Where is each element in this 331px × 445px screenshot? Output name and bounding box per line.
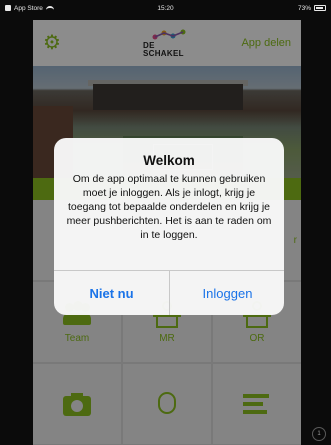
battery-percent: 73% <box>297 4 311 12</box>
alert-title: Welkom <box>143 153 195 168</box>
not-now-button[interactable]: Niet nu <box>54 271 169 315</box>
welcome-alert-dialog: Welkom Om de app optimaal te kunnen gebr… <box>54 138 284 315</box>
carrier-label[interactable]: App Store <box>14 5 43 12</box>
battery-icon <box>314 5 326 11</box>
wifi-icon <box>45 5 54 11</box>
page-indicator: 1 <box>312 427 326 441</box>
alert-message: Om de app optimaal te kunnen gebruiken m… <box>66 173 272 241</box>
device-frame: App Store 15:20 73% ⚙ DE SCHAKEL App del… <box>0 0 331 445</box>
status-bar: App Store 15:20 73% <box>0 0 331 16</box>
back-to-app-icon[interactable] <box>5 5 11 11</box>
login-button[interactable]: Inloggen <box>170 271 284 315</box>
